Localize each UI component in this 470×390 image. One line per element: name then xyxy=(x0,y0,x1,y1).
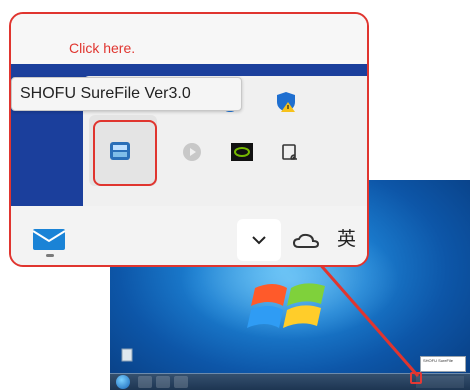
recycle-bin-icon[interactable] xyxy=(118,345,136,363)
mail-icon[interactable] xyxy=(31,224,67,254)
show-hidden-icons-button[interactable] xyxy=(237,219,281,261)
tray-highlight-marker xyxy=(410,372,422,384)
app-tooltip: SHOFU SureFile Ver3.0 xyxy=(11,77,242,111)
tooltip-text: SHOFU SureFile Ver3.0 xyxy=(20,85,191,102)
cloud-icon[interactable] xyxy=(291,228,321,254)
cast-icon[interactable] xyxy=(277,139,303,165)
start-button[interactable] xyxy=(116,375,130,389)
zoom-callout: Click here. 英 SHOFU SureFile Ver3.0 xyxy=(9,12,369,267)
surefile-highlight-box xyxy=(93,120,157,186)
taskbar-button[interactable] xyxy=(138,376,152,388)
taskbar-button[interactable] xyxy=(174,376,188,388)
chevron-down-icon xyxy=(252,236,266,245)
nvidia-icon[interactable] xyxy=(229,139,255,165)
callout-header xyxy=(11,14,367,64)
language-indicator[interactable]: 英 xyxy=(337,224,356,251)
windows-logo-icon xyxy=(247,283,325,328)
instruction-label: Click here. xyxy=(69,40,136,56)
taskbar-button[interactable] xyxy=(156,376,170,388)
mini-tooltip-text: SHOFU SureFile xyxy=(423,358,454,363)
shield-warning-icon[interactable] xyxy=(273,89,299,115)
media-play-icon[interactable] xyxy=(179,139,205,165)
system-tray xyxy=(416,376,464,388)
mini-tooltip: SHOFU SureFile xyxy=(420,356,466,372)
mail-active-indicator xyxy=(46,254,54,257)
